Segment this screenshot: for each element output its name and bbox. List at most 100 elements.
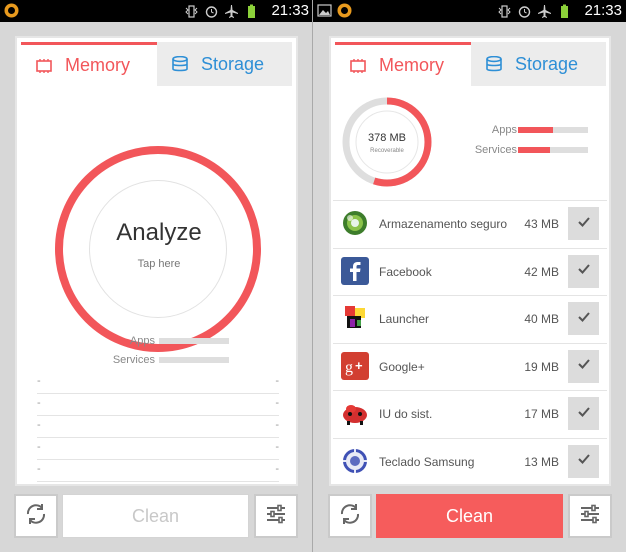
facebook-icon (341, 256, 369, 285)
settings-button[interactable] (568, 494, 612, 538)
refresh-icon (23, 501, 49, 532)
app-size: 13 MB (524, 454, 559, 469)
legend-apps: Apps (439, 123, 588, 137)
gallery-icon (317, 3, 332, 18)
list-item: -- (37, 372, 279, 394)
memory-chip-icon (35, 58, 53, 74)
app-name: Google+ (379, 359, 425, 374)
legend-apps-bar (159, 338, 229, 344)
battery-icon (557, 4, 572, 19)
memory-card: Memory Storage Analyze Tap here Apps Ser… (15, 36, 298, 486)
list-item[interactable]: Facebook 42 MB (333, 247, 607, 296)
list-item[interactable]: Launcher 40 MB (333, 295, 607, 343)
clean-button[interactable]: Clean (62, 494, 249, 538)
svg-text:+: + (355, 358, 363, 373)
legend-services-bar (518, 147, 588, 153)
check-icon (577, 357, 591, 375)
samsung-keyboard-icon (341, 447, 369, 475)
tab-memory[interactable]: Memory (335, 42, 471, 86)
legend-services-fill (518, 147, 550, 153)
check-icon (577, 310, 591, 328)
tab-storage[interactable]: Storage (157, 42, 292, 86)
app-checkbox[interactable] (568, 444, 599, 478)
check-icon (577, 452, 591, 470)
svg-text:g: g (345, 359, 353, 376)
refresh-button[interactable] (328, 494, 372, 538)
legend-apps-label: Apps (491, 124, 517, 136)
memory-results-card: Memory Storage 378 MB Recoverable Apps S… (329, 36, 611, 486)
right-screen: 21:33 Memory Storage 378 MB Recoverable … (313, 0, 626, 552)
legend-apps: Apps (87, 334, 229, 348)
status-time: 21:33 (584, 2, 622, 19)
app-size: 40 MB (524, 312, 559, 326)
list-item: -- (37, 416, 279, 438)
memory-chip-icon (349, 58, 367, 74)
recoverable-label: Recoverable (370, 148, 404, 154)
analyze-inner-circle: Analyze Tap here (89, 180, 227, 318)
secure-storage-icon (341, 209, 369, 237)
storage-database-icon (485, 55, 503, 72)
legend-services-bar (159, 357, 229, 363)
refresh-button[interactable] (14, 494, 58, 538)
app-notification-icon (337, 3, 352, 18)
list-item[interactable]: Armazenamento seguro 43 MB (333, 200, 607, 248)
tab-memory-label: Memory (65, 55, 131, 75)
app-checkbox[interactable] (568, 207, 599, 240)
analyze-button[interactable]: Analyze Tap here (55, 146, 261, 352)
alarm-icon (517, 4, 532, 19)
list-item[interactable]: g + Google+ 19 MB (333, 342, 607, 391)
app-checkbox[interactable] (568, 254, 599, 288)
app-list: Armazenamento seguro 43 MB Facebook 42 M… (333, 200, 607, 485)
system-ui-icon (341, 399, 369, 427)
app-checkbox[interactable] (568, 397, 599, 430)
status-bar: 21:33 (313, 0, 626, 22)
tab-bar: Memory Storage (21, 42, 292, 86)
legend-services-label: Services (474, 144, 517, 156)
clean-button[interactable]: Clean (376, 494, 563, 538)
status-time: 21:33 (271, 2, 309, 19)
app-size: 42 MB (524, 264, 559, 279)
list-item[interactable]: Teclado Samsung 13 MB (333, 437, 607, 486)
left-screen: 21:33 Memory Storage Analyze Tap here Ap… (0, 0, 313, 552)
tab-bar: Memory Storage (335, 42, 606, 86)
app-name: Teclado Samsung (379, 454, 475, 469)
storage-database-icon (171, 55, 189, 72)
vibrate-icon (184, 4, 199, 19)
app-notification-icon (4, 3, 19, 18)
app-name: Launcher (379, 312, 430, 326)
list-item[interactable]: IU do sist. 17 MB (333, 390, 607, 438)
check-icon (577, 405, 591, 423)
tab-storage[interactable]: Storage (471, 42, 606, 86)
legend-services: Services (439, 143, 588, 157)
analyze-subtitle: Tap here (137, 258, 181, 270)
list-item: -- (37, 394, 279, 416)
tab-memory-label: Memory (379, 55, 445, 75)
google-plus-icon: g + (341, 351, 369, 380)
legend-services-label: Services (112, 354, 155, 366)
check-icon (577, 262, 591, 280)
refresh-icon (337, 501, 363, 532)
sliders-icon (577, 501, 603, 532)
app-name: Facebook (379, 264, 432, 279)
app-checkbox[interactable] (568, 302, 599, 335)
settings-button[interactable] (254, 494, 298, 538)
check-icon (577, 215, 591, 233)
list-item: -- (37, 438, 279, 460)
legend-apps-label: Apps (129, 335, 155, 347)
legend-apps-fill (518, 127, 553, 133)
sliders-icon (263, 501, 289, 532)
app-size: 19 MB (524, 359, 559, 374)
tab-memory[interactable]: Memory (21, 42, 157, 86)
legend-services: Services (87, 353, 229, 367)
status-bar: 21:33 (0, 0, 313, 22)
app-size: 43 MB (524, 217, 559, 231)
legend-apps-bar (518, 127, 588, 133)
placeholder-list: -- -- -- -- -- (37, 372, 279, 482)
recoverable-ring: 378 MB Recoverable (341, 96, 433, 188)
tab-storage-label: Storage (201, 53, 265, 74)
app-name: Armazenamento seguro (379, 217, 508, 231)
list-item: -- (37, 460, 279, 482)
app-checkbox[interactable] (568, 349, 599, 383)
analyze-title: Analyze (116, 219, 202, 246)
battery-icon (244, 4, 259, 19)
